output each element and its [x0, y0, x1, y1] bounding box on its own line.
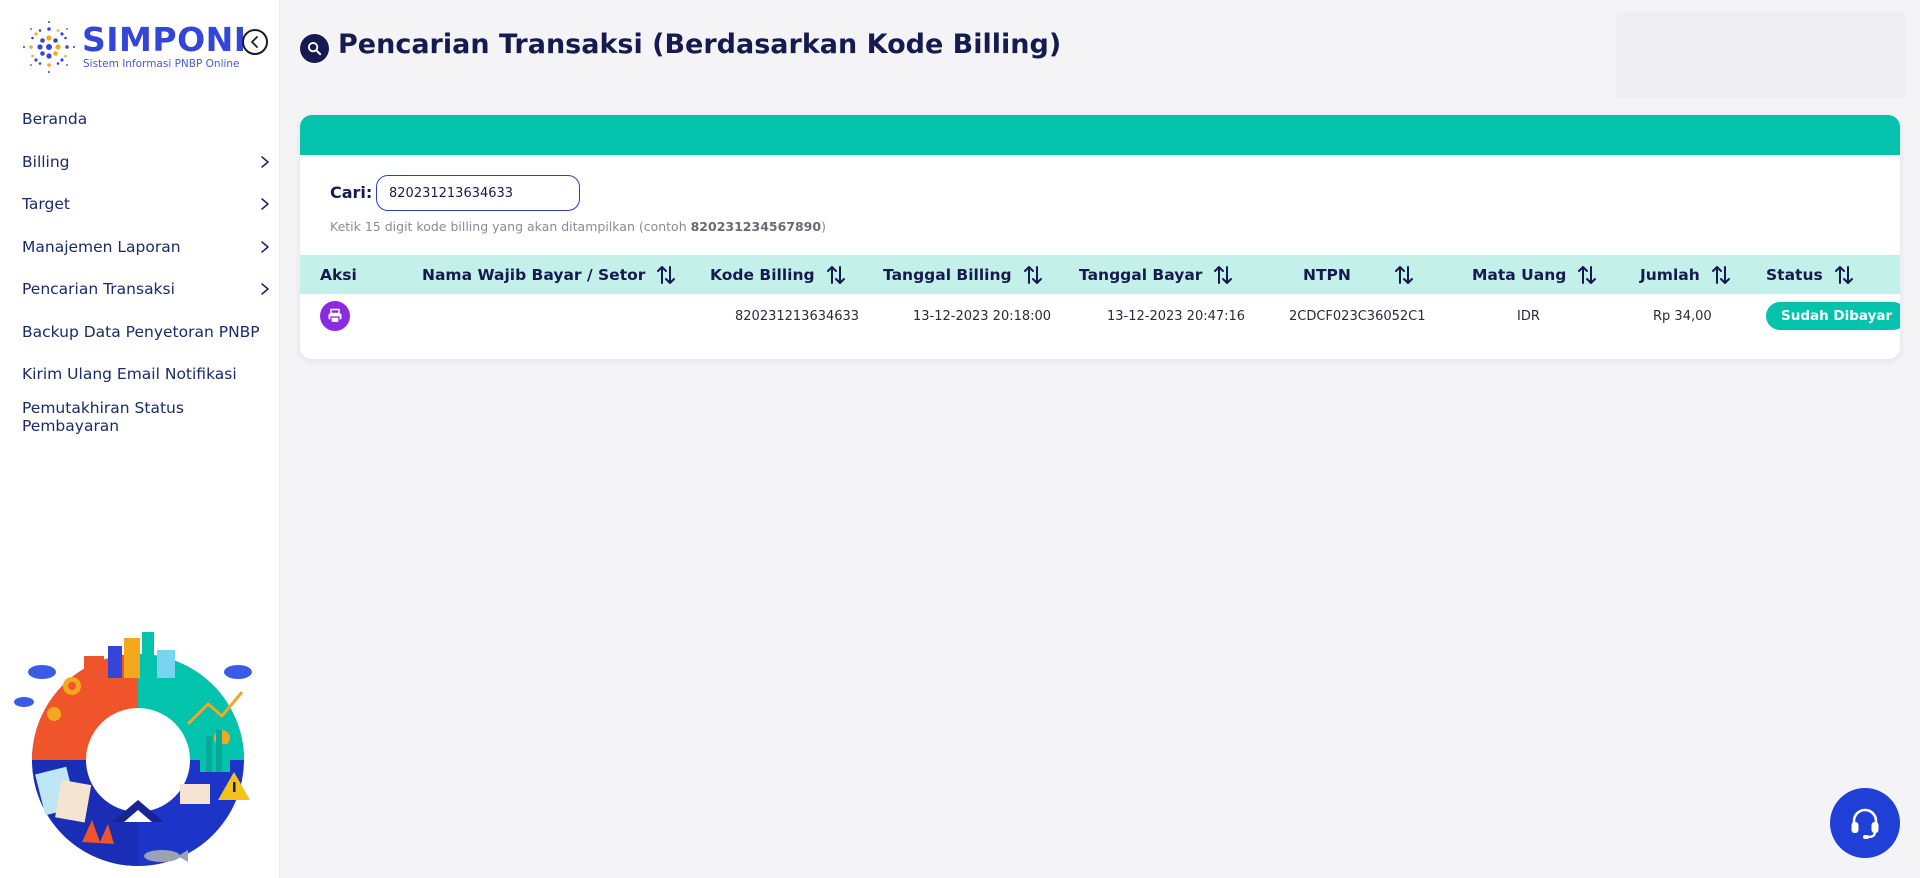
- cell-tanggal-billing: 13-12-2023 20:18:00: [913, 308, 1052, 324]
- column-header-label: NTPN: [1303, 265, 1351, 284]
- column-header-label: Tanggal Billing: [883, 265, 1012, 284]
- sort-arrows-icon[interactable]: [655, 264, 677, 286]
- sidebar-item-target[interactable]: Target: [0, 183, 280, 226]
- search-hint-suffix: ): [821, 219, 826, 234]
- sidebar-item-pemutakhiran-status[interactable]: Pemutakhiran Status Pembayaran: [0, 396, 280, 439]
- chevron-right-icon: [261, 155, 269, 168]
- column-header-label: Kode Billing: [710, 265, 815, 284]
- sidebar-menu: Beranda Billing Target Manajemen Laporan…: [0, 98, 280, 438]
- cell-aksi: [320, 294, 350, 338]
- card-header: [300, 115, 1900, 155]
- column-header-tanggal-billing[interactable]: Tanggal Billing: [883, 255, 1044, 294]
- cell-mata-uang: IDR: [1517, 308, 1540, 324]
- search-input[interactable]: [376, 175, 580, 211]
- help-chat-button[interactable]: [1830, 788, 1900, 858]
- sort-arrows-icon[interactable]: [1576, 264, 1598, 286]
- sort-arrows-icon[interactable]: [1022, 264, 1044, 286]
- chevron-right-icon: [261, 240, 269, 253]
- column-header-label: Status: [1766, 265, 1823, 284]
- sort-arrows-icon[interactable]: [1393, 264, 1415, 286]
- column-header-status[interactable]: Status: [1766, 255, 1855, 294]
- chevron-left-icon: [251, 36, 258, 48]
- search-icon: [300, 34, 329, 63]
- sidebar-item-label: Billing: [22, 152, 70, 171]
- header-placeholder: [1616, 12, 1906, 98]
- column-header-label: Jumlah: [1640, 265, 1700, 284]
- sidebar-item-pencarian-transaksi[interactable]: Pencarian Transaksi: [0, 268, 280, 311]
- brand-logo[interactable]: SIMPONI Sistem Informasi PNBP Online: [20, 18, 246, 78]
- sidebar-item-backup-data[interactable]: Backup Data Penyetoran PNBP: [0, 311, 280, 354]
- page-title: Pencarian Transaksi (Berdasarkan Kode Bi…: [338, 29, 1062, 60]
- sort-arrows-icon[interactable]: [1710, 264, 1732, 286]
- sidebar-item-manajemen-laporan[interactable]: Manajemen Laporan: [0, 226, 280, 269]
- sidebar-item-label: Kirim Ulang Email Notifikasi: [22, 365, 237, 384]
- sidebar-item-label: Manajemen Laporan: [22, 237, 181, 256]
- status-badge: Sudah Dibayar: [1766, 302, 1900, 330]
- sidebar-collapse-button[interactable]: [242, 29, 268, 55]
- sidebar: SIMPONI Sistem Informasi PNBP Online Ber…: [0, 0, 280, 878]
- sidebar-item-label: Backup Data Penyetoran PNBP: [22, 322, 260, 341]
- cell-ntpn: 2CDCF023C36052C1: [1289, 308, 1426, 324]
- sidebar-item-label: Pencarian Transaksi: [22, 280, 175, 299]
- brand-subtitle: Sistem Informasi PNBP Online: [83, 58, 240, 70]
- chevron-right-icon: [261, 198, 269, 210]
- column-header-label: Tanggal Bayar: [1079, 265, 1203, 284]
- column-header-ntpn[interactable]: NTPN: [1303, 255, 1415, 294]
- cell-jumlah: Rp 34,00: [1653, 308, 1712, 324]
- column-header-kode-billing[interactable]: Kode Billing: [710, 255, 847, 294]
- column-header-label: Mata Uang: [1472, 265, 1567, 284]
- transactions-table: Aksi Nama Wajib Bayar / Setor Kode Billi…: [300, 255, 1900, 338]
- chevron-right-icon: [261, 283, 269, 295]
- sidebar-item-billing[interactable]: Billing: [0, 141, 280, 184]
- column-header-tanggal-bayar[interactable]: Tanggal Bayar: [1079, 255, 1234, 294]
- sort-arrows-icon[interactable]: [1212, 264, 1234, 286]
- cell-kode-billing: 820231213634633: [735, 308, 860, 324]
- sidebar-item-beranda[interactable]: Beranda: [0, 98, 280, 141]
- sidebar-illustration: [14, 632, 252, 866]
- table-header: Aksi Nama Wajib Bayar / Setor Kode Billi…: [300, 255, 1900, 294]
- column-header-label: Aksi: [320, 265, 357, 284]
- search-label: Cari:: [330, 183, 373, 202]
- table-row: 820231213634633 13-12-2023 20:18:00 13-1…: [300, 294, 1900, 338]
- brand-name: SIMPONI: [82, 20, 247, 59]
- sort-arrows-icon[interactable]: [1833, 264, 1855, 286]
- column-header-nama[interactable]: Nama Wajib Bayar / Setor: [422, 255, 677, 294]
- search-hint-example: 820231234567890: [690, 219, 822, 234]
- sidebar-item-label: Pemutakhiran Status Pembayaran: [22, 398, 184, 435]
- search-hint-prefix: Ketik 15 digit kode billing yang akan di…: [330, 219, 691, 234]
- search-hint: Ketik 15 digit kode billing yang akan di…: [330, 219, 826, 234]
- sidebar-item-label: Beranda: [22, 110, 88, 129]
- simponi-logo-icon: [23, 21, 75, 73]
- sidebar-item-kirim-ulang-email[interactable]: Kirim Ulang Email Notifikasi: [0, 353, 280, 396]
- column-header-label: Nama Wajib Bayar / Setor: [422, 265, 646, 284]
- column-header-aksi: Aksi: [320, 255, 357, 294]
- column-header-mata-uang[interactable]: Mata Uang: [1472, 255, 1598, 294]
- print-button[interactable]: [320, 301, 350, 331]
- search-results-card: Cari: Ketik 15 digit kode billing yang a…: [300, 115, 1900, 359]
- main-content: Pencarian Transaksi (Berdasarkan Kode Bi…: [280, 0, 1920, 878]
- sidebar-item-label: Target: [22, 195, 70, 214]
- cell-tanggal-bayar: 13-12-2023 20:47:16: [1107, 308, 1246, 324]
- sort-arrows-icon[interactable]: [825, 264, 847, 286]
- column-header-jumlah[interactable]: Jumlah: [1640, 255, 1732, 294]
- printer-icon: [328, 308, 342, 324]
- cell-status: Sudah Dibayar: [1766, 294, 1900, 338]
- headset-icon: [1851, 808, 1879, 839]
